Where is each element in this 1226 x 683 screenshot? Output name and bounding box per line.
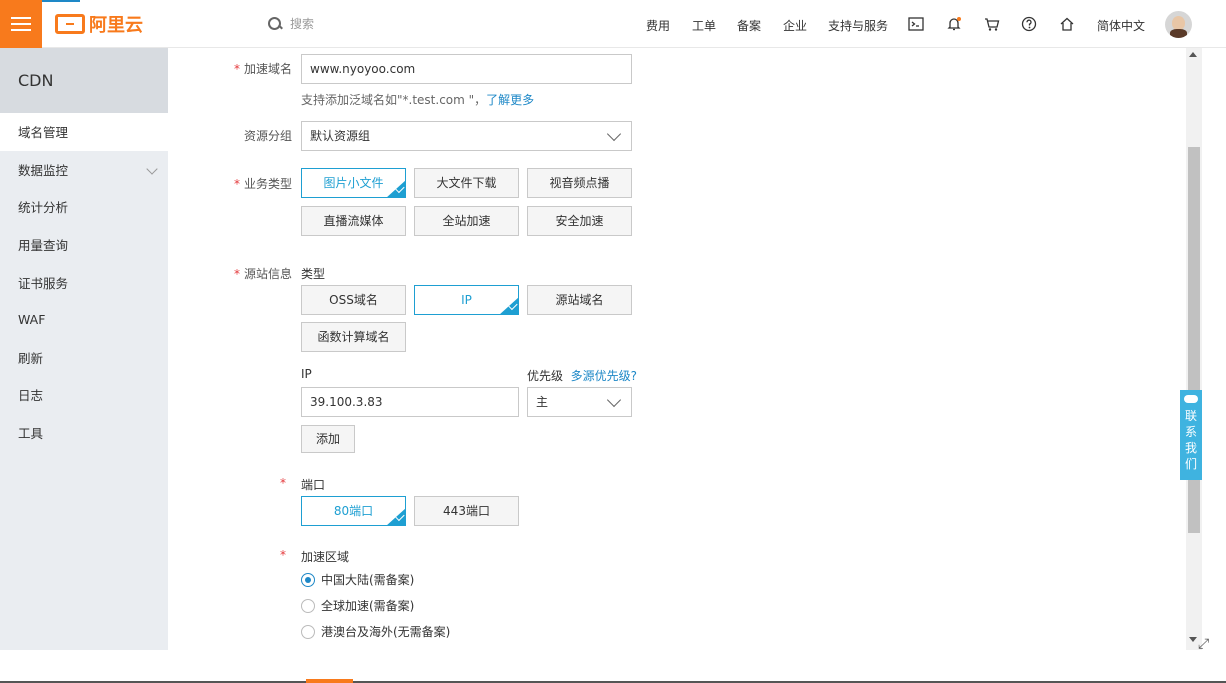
chevron-down-icon <box>146 162 158 175</box>
sidebar-item-label: WAF <box>18 312 46 328</box>
language-switcher[interactable]: 简体中文 <box>1097 17 1145 33</box>
region-required-mark: * <box>280 548 286 562</box>
multi-origin-priority-link[interactable]: 多源优先级? <box>571 369 637 383</box>
region-label: 加速区域 <box>301 550 350 564</box>
check-icon <box>499 297 518 314</box>
hamburger-icon <box>11 17 31 31</box>
top-navigation-bar: 阿里云 搜索 费用 工单 备案 企业 支持与服务 简体中文 <box>0 0 1226 48</box>
port-label: 端口 <box>301 478 326 492</box>
radio-button[interactable] <box>301 598 315 613</box>
nav-icp-filing[interactable]: 备案 <box>737 17 761 33</box>
origin-type-function-compute-domain[interactable]: 函数计算域名 <box>301 322 406 352</box>
priority-select[interactable]: 主 <box>527 387 632 417</box>
sidebar-item-label: 域名管理 <box>18 125 69 141</box>
domain-label: * 加速域名 <box>234 62 293 76</box>
business-type-image-small-files[interactable]: 图片小文件 <box>301 168 406 198</box>
cloud-icon <box>1184 395 1198 403</box>
sidebar-item-label: 刷新 <box>18 350 44 366</box>
sidebar-item-statistics[interactable]: 统计分析 <box>0 188 168 226</box>
region-option-mainland-china[interactable]: 中国大陆(需备案) <box>301 571 414 588</box>
contact-us-label: 联系我们 <box>1185 409 1198 471</box>
home-icon[interactable] <box>1057 14 1077 34</box>
origin-type-origin-domain[interactable]: 源站域名 <box>527 285 632 315</box>
search-box[interactable]: 搜索 <box>268 15 314 32</box>
chevron-down-icon <box>606 392 622 408</box>
learn-more-link[interactable]: 了解更多 <box>486 93 534 107</box>
sidebar-item-label: 统计分析 <box>18 200 69 216</box>
bell-icon[interactable] <box>944 14 964 34</box>
bottom-accent <box>306 679 353 683</box>
search-placeholder[interactable]: 搜索 <box>290 15 314 32</box>
domain-input[interactable]: www.nyoyoo.com <box>301 54 632 84</box>
resource-group-select[interactable]: 默认资源组 <box>301 121 632 151</box>
resource-group-value: 默认资源组 <box>310 129 371 143</box>
hamburger-menu-button[interactable] <box>0 0 42 48</box>
sidebar-item-label: 证书服务 <box>18 275 69 291</box>
chevron-down-icon <box>606 126 622 142</box>
port-443[interactable]: 443端口 <box>414 496 519 526</box>
aliyun-logo[interactable]: 阿里云 <box>55 12 143 36</box>
contact-us-button[interactable]: 联系我们 <box>1180 390 1202 480</box>
region-option-global[interactable]: 全球加速(需备案) <box>301 597 414 614</box>
port-80[interactable]: 80端口 <box>301 496 406 526</box>
port-required-mark: * <box>280 476 286 490</box>
scroll-down-arrow-icon[interactable] <box>1189 637 1197 642</box>
sidebar-item-certificate-service[interactable]: 证书服务 <box>0 263 168 301</box>
sidebar-item-refresh[interactable]: 刷新 <box>0 339 168 377</box>
sidebar-item-tools[interactable]: 工具 <box>0 414 168 452</box>
user-avatar[interactable] <box>1165 11 1192 38</box>
nav-support[interactable]: 支持与服务 <box>828 17 888 33</box>
ip-label: IP <box>301 367 312 381</box>
business-type-full-site-acceleration[interactable]: 全站加速 <box>414 206 519 236</box>
sidebar-item-label: 用量查询 <box>18 238 69 254</box>
origin-type-oss-domain[interactable]: OSS域名 <box>301 285 406 315</box>
nav-enterprise[interactable]: 企业 <box>783 17 807 33</box>
nav-tickets[interactable]: 工单 <box>692 17 716 33</box>
sidebar-item-usage-query[interactable]: 用量查询 <box>0 226 168 264</box>
sidebar-item-label: 数据监控 <box>18 162 69 178</box>
priority-value: 主 <box>536 395 549 409</box>
business-type-large-file-download[interactable]: 大文件下载 <box>414 168 519 198</box>
aliyun-logo-icon <box>55 14 85 34</box>
logo-text: 阿里云 <box>89 15 143 36</box>
sidebar-item-logs[interactable]: 日志 <box>0 376 168 414</box>
origin-type-label: 类型 <box>301 267 326 281</box>
scroll-up-arrow-icon[interactable] <box>1189 52 1197 57</box>
cart-icon[interactable] <box>982 14 1002 34</box>
resize-icon[interactable]: ⤢ <box>1198 637 1212 651</box>
business-type-label: * 业务类型 <box>234 177 293 191</box>
sidebar-item-data-monitoring[interactable]: 数据监控 <box>0 151 168 189</box>
ip-input[interactable]: 39.100.3.83 <box>301 387 519 417</box>
region-option-overseas[interactable]: 港澳台及海外(无需备案) <box>301 623 450 640</box>
resource-group-label: 资源分组 <box>244 129 293 143</box>
radio-button[interactable] <box>301 624 315 639</box>
sidebar-item-waf[interactable]: WAF <box>0 301 168 339</box>
terminal-icon[interactable] <box>906 14 926 34</box>
sidebar-title: CDN <box>0 48 168 113</box>
sidebar-item-label: 日志 <box>18 388 44 404</box>
search-icon <box>268 16 282 31</box>
nav-fees[interactable]: 费用 <box>646 17 670 33</box>
sidebar-item-domain-management[interactable]: 域名管理 <box>0 113 168 151</box>
priority-label: 优先级 多源优先级? <box>527 369 638 383</box>
domain-hint: 支持添加泛域名如"*.test.com "，了解更多 <box>301 93 535 107</box>
business-type-secure-acceleration[interactable]: 安全加速 <box>527 206 632 236</box>
add-origin-button[interactable]: 添加 <box>301 425 355 453</box>
help-icon[interactable] <box>1019 14 1039 34</box>
check-icon <box>386 180 405 197</box>
sidebar-item-label: 工具 <box>18 426 44 442</box>
business-type-live-streaming[interactable]: 直播流媒体 <box>301 206 406 236</box>
origin-info-label: * 源站信息 <box>234 267 293 281</box>
check-icon <box>386 508 405 525</box>
sidebar: CDN 域名管理 数据监控 统计分析 用量查询 证书服务 WAF 刷新 日志 工… <box>0 48 168 650</box>
origin-type-ip[interactable]: IP <box>414 285 519 315</box>
business-type-video-on-demand[interactable]: 视音频点播 <box>527 168 632 198</box>
radio-button-checked[interactable] <box>301 572 315 587</box>
